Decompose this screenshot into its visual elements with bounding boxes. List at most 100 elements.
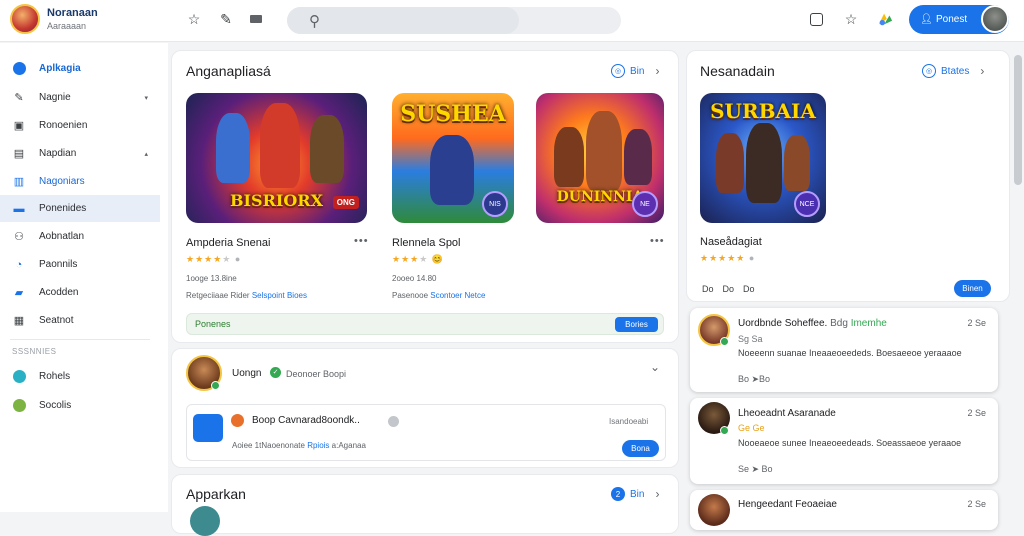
game-thumbnail-2[interactable]: SUSHEA NIS	[392, 93, 514, 223]
game-name[interactable]: Naseådagiat	[700, 236, 762, 248]
screen-icon[interactable]	[808, 11, 824, 27]
sidebar-item-nagnie[interactable]: ✎ Nagnie ▾	[0, 84, 160, 111]
comment-rating: 2 Se	[967, 318, 986, 328]
section2-see-all[interactable]: 2 Bin ›	[611, 487, 659, 501]
sidebar-item-ponenides[interactable]: ▬ Ponenides	[0, 195, 160, 222]
right-see-all[interactable]: ◎ Btates ›	[922, 64, 984, 78]
sidebar-item-paonnils[interactable]: ◔ Paonnils	[0, 251, 160, 278]
publisher-link[interactable]: Selspoint Bioes	[252, 291, 307, 300]
action-2[interactable]: Do	[723, 284, 735, 294]
game-thumbnail-3[interactable]: DUNINNIA NE	[536, 93, 664, 223]
chevron-up-icon[interactable]: ▴	[144, 150, 148, 158]
sidebar-item-label: Aplkagia	[39, 63, 81, 74]
section2-avatar[interactable]	[190, 506, 220, 536]
more-options-icon[interactable]: •••	[354, 235, 369, 247]
post-username[interactable]: Uongn	[232, 368, 261, 379]
chevron-down-icon[interactable]: ▾	[144, 94, 148, 102]
sidebar-item-apps[interactable]: Aplkagia	[0, 55, 160, 82]
game-meta: 1ooge 13.8ine	[186, 274, 237, 283]
sidebar-item-seatnot[interactable]: ▦ Seatnot	[0, 307, 160, 334]
info-icon	[388, 416, 399, 427]
sidebar-item-socolis[interactable]: Socolis	[0, 392, 160, 419]
more-options-icon[interactable]: •••	[650, 235, 665, 247]
sidebar-item-aobnatlan[interactable]: ⚇ Aobnatlan	[0, 223, 160, 250]
post-inner-card[interactable]	[186, 404, 666, 461]
sidebar: Aplkagia ✎ Nagnie ▾ ▣ Ronoenien ▤ Napdia…	[0, 43, 168, 512]
comment-card[interactable]: Lheoeadnt Asaranade 2 Se Ge Ge Nooeaeoe …	[690, 398, 998, 484]
inner-button[interactable]: Bona	[622, 440, 659, 457]
game-name[interactable]: Ampderia Snenai	[186, 237, 270, 249]
bar-label: Ponenes	[195, 319, 231, 329]
sidebar-item-napdian[interactable]: ▤ Napdian ▴	[0, 140, 160, 167]
pencil-icon: ✎	[14, 92, 24, 104]
publisher-name: Retgeciiaae Rider	[186, 291, 250, 300]
green-globe-icon	[12, 399, 26, 413]
comment-counts[interactable]: Se ➤ Bo	[738, 464, 773, 475]
comment-author[interactable]: Uordbnde Soheffee. Bdg Imemhe	[738, 318, 887, 329]
game-name[interactable]: Rlennela Spol	[392, 237, 461, 249]
game-badge: NIS	[482, 191, 508, 217]
sidebar-item-ronoenien[interactable]: ▣ Ronoenien	[0, 112, 160, 139]
bar-button[interactable]: Bories	[615, 317, 658, 332]
search-bar[interactable]: ⚲	[287, 7, 621, 34]
game-badge: NE	[632, 191, 658, 217]
sidebar-item-acodden[interactable]: ▰ Acodden	[0, 279, 160, 306]
comment-card[interactable]: Uordbnde Soheffee. Bdg Imemhe 2 Se Sg Sa…	[690, 308, 998, 392]
sidebar-item-label: Acodden	[39, 287, 79, 298]
info-icon: ◎	[922, 64, 936, 78]
featured-action-bar: Ponenes Bories	[186, 313, 664, 335]
shapes-icon[interactable]	[877, 11, 893, 27]
see-all-label: Bin	[630, 488, 645, 500]
game-logo: SUSHEA	[400, 101, 506, 127]
sidebar-item-rohels[interactable]: Rohels	[0, 363, 160, 390]
fire-icon	[231, 414, 244, 427]
edit-icon[interactable]: ✎	[218, 11, 234, 27]
rating-stars: ★★★★ 😊	[392, 254, 445, 264]
hero-figure	[430, 135, 474, 205]
clock-icon: ◔	[15, 258, 23, 271]
scrollbar[interactable]	[1014, 55, 1022, 185]
author-badge: Imemhe	[850, 318, 887, 329]
publisher-link[interactable]: Scontoer Netce	[430, 291, 485, 300]
chevron-right-icon: ›	[980, 64, 985, 78]
action-1[interactable]: Do	[702, 284, 714, 294]
action-3[interactable]: Do	[743, 284, 755, 294]
sidebar-item-label: Seatnot	[39, 315, 74, 326]
rating-stars: ★★★★★ ●	[700, 253, 756, 263]
comment-tags: Ge Ge	[738, 423, 765, 433]
chevron-down-icon[interactable]: ⌄	[650, 360, 660, 374]
star-outline-icon[interactable]: ☆	[186, 11, 202, 27]
sidebar-item-label: Rohels	[39, 371, 71, 382]
game-thumbnail-1[interactable]: BISRIORX ONG	[186, 93, 367, 223]
search-icon[interactable]: ⚲	[309, 12, 320, 30]
brand-logo[interactable]	[10, 4, 40, 34]
apps-icon	[12, 62, 26, 76]
right-game-button[interactable]: Binen	[954, 280, 991, 297]
inner-link[interactable]: Rpiois	[307, 441, 329, 450]
star-plus-icon[interactable]: ☆	[843, 11, 859, 27]
sidebar-item-label: Socolis	[39, 400, 72, 411]
online-status-icon	[720, 426, 729, 435]
featured-see-all[interactable]: ◎ Bin ›	[611, 64, 659, 78]
blue-globe-icon	[12, 370, 26, 384]
comment-author[interactable]: Hengeedant Feoaeiae	[738, 499, 837, 510]
hero-figure	[624, 129, 652, 185]
top-bar: Noranaan Aaraaaan ☆ ✎ ⚲ ☆ 👤︎ Ponest	[0, 0, 1024, 42]
hero-figure	[554, 127, 584, 187]
sidebar-item-nagoniars[interactable]: ▥ Nagoniars	[0, 168, 160, 195]
comment-body: Noeeenn suanae Ineaaeoeededs. Boesaeeoe …	[738, 348, 962, 358]
comment-counts[interactable]: Bo ➤Bo	[738, 374, 770, 385]
comment-author[interactable]: Lheoeadnt Asaranade	[738, 408, 836, 419]
search-input[interactable]	[287, 7, 519, 34]
right-game-thumbnail[interactable]: SURBAIA NCE	[700, 93, 826, 223]
right-title: Nesanadain	[700, 63, 775, 79]
count-badge: 2	[611, 487, 625, 501]
sidebar-item-label: Nagnie	[39, 92, 71, 103]
grid-icon[interactable]	[248, 11, 264, 27]
inner-meta-text2: a:Aganaa	[331, 441, 366, 450]
comment-avatar[interactable]	[698, 494, 730, 526]
comment-card[interactable]: Hengeedant Feoaeiae 2 Se	[690, 490, 998, 530]
user-avatar[interactable]	[981, 5, 1009, 33]
hero-figure	[784, 135, 810, 191]
inner-title[interactable]: Boop Cavnarad8oondk..	[252, 415, 360, 426]
